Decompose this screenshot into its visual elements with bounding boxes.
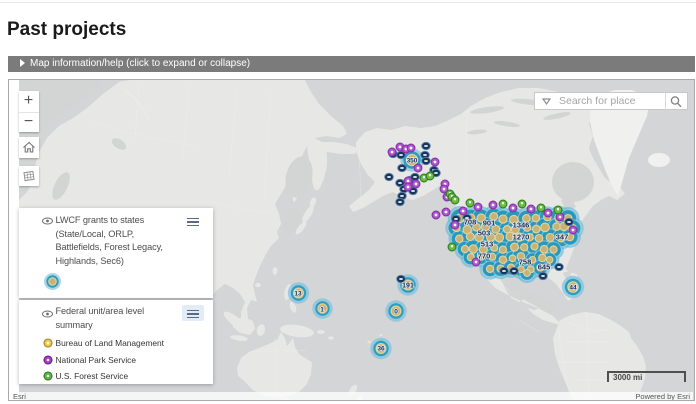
- svg-text:758: 758: [519, 258, 532, 267]
- svg-text:1: 1: [320, 306, 324, 313]
- svg-text:350: 350: [407, 157, 418, 164]
- svg-text:191: 191: [402, 283, 414, 290]
- svg-text:513: 513: [481, 240, 494, 249]
- svg-text:708: 708: [464, 218, 477, 227]
- svg-text:44: 44: [569, 284, 577, 291]
- svg-text:901: 901: [483, 219, 496, 228]
- svg-text:770: 770: [478, 252, 491, 261]
- svg-text:1270: 1270: [513, 233, 530, 242]
- svg-text:645: 645: [538, 263, 551, 272]
- svg-text:1346: 1346: [513, 221, 530, 230]
- svg-text:347: 347: [556, 233, 569, 242]
- svg-text:503: 503: [478, 229, 491, 238]
- svg-text:0: 0: [394, 308, 398, 315]
- svg-text:13: 13: [294, 290, 302, 297]
- svg-text:36: 36: [377, 345, 385, 352]
